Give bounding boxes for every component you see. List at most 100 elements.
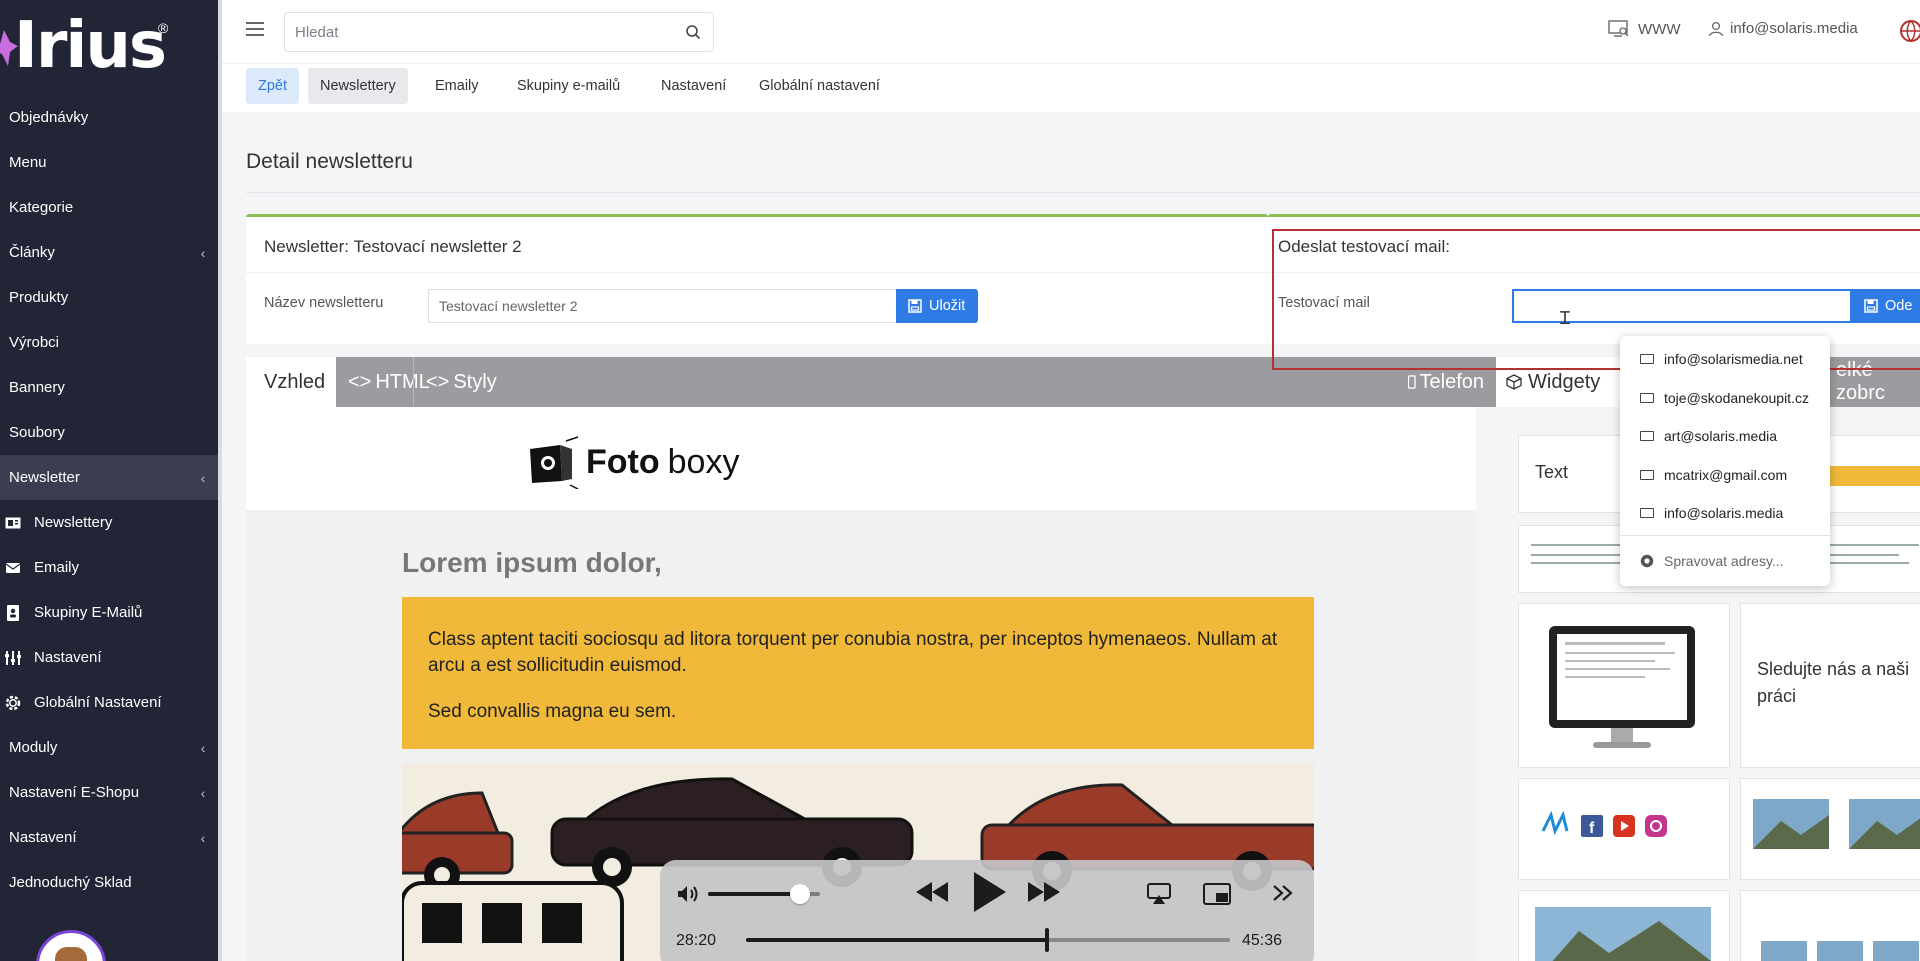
suggestion-item[interactable]: info@solarismedia.net bbox=[1620, 340, 1830, 378]
chevron-left-icon: ‹ bbox=[200, 829, 206, 846]
suggestion-item[interactable]: art@solaris.media bbox=[1620, 417, 1830, 455]
sidebar-item-label: Výrobci bbox=[9, 334, 60, 351]
tab-skupiny-emailu[interactable]: Skupiny e-mailů bbox=[505, 68, 632, 104]
email-heading[interactable]: Lorem ipsum dolor, bbox=[402, 547, 662, 579]
sidebar-item-produkty[interactable]: Produkty bbox=[0, 275, 218, 320]
user-email: info@solaris.media bbox=[1730, 20, 1858, 37]
widget-social-icons[interactable]: f bbox=[1518, 778, 1730, 880]
volume-knob[interactable] bbox=[789, 884, 810, 904]
playback-progress[interactable] bbox=[746, 928, 1230, 952]
save-button[interactable]: Uložit bbox=[896, 289, 978, 323]
media-player-controls: 28:20 45:36 bbox=[660, 860, 1314, 961]
monitor-icon bbox=[1549, 626, 1695, 748]
sidebar-item-label: Nastavení E-Shopu bbox=[9, 784, 140, 801]
volume-icon[interactable] bbox=[676, 884, 702, 904]
www-link[interactable]: WWW bbox=[1608, 20, 1680, 38]
text-cursor-icon: Ɪ bbox=[1560, 308, 1571, 328]
fotoboxy-logo: Foto boxy bbox=[526, 435, 739, 489]
search-input[interactable] bbox=[295, 21, 675, 43]
sidebar-item-nastaveni[interactable]: Nastavení ‹ bbox=[0, 815, 218, 860]
sidebar-item-nastaveni-eshopu[interactable]: Nastavení E-Shopu ‹ bbox=[0, 770, 218, 815]
sidebar-item-moduly[interactable]: Moduly ‹ bbox=[0, 725, 218, 770]
instagram-icon bbox=[1645, 815, 1667, 837]
sidebar-item-clanky[interactable]: Články ‹ bbox=[0, 230, 218, 275]
sidebar-subitem-globalni[interactable]: Globální Nastavení bbox=[0, 680, 218, 725]
sidebar-item-newsletter[interactable]: Newsletter ‹ bbox=[0, 455, 218, 500]
sidebar-item-soubory[interactable]: Soubory bbox=[0, 410, 218, 455]
suggestion-item[interactable]: info@solaris.media bbox=[1620, 494, 1830, 532]
sidebar-item-label: Kategorie bbox=[9, 199, 74, 216]
avatar-image bbox=[55, 947, 87, 961]
suggestion-text: art@solaris.media bbox=[1664, 428, 1778, 444]
email-text-block[interactable]: Class aptent taciti sociosqu ad litora t… bbox=[402, 597, 1314, 749]
tab-newslettery[interactable]: Newslettery bbox=[308, 68, 408, 104]
double-chevron-right-icon[interactable] bbox=[1272, 884, 1294, 902]
sidebar-item-bannery[interactable]: Bannery bbox=[0, 365, 218, 410]
newsletter-name-input[interactable] bbox=[428, 289, 896, 323]
tab-vzhled[interactable]: Vzhled bbox=[246, 357, 336, 407]
playback-scrubber[interactable] bbox=[1044, 928, 1049, 952]
monitor-search-icon bbox=[1608, 20, 1629, 37]
cube-icon bbox=[1506, 374, 1522, 390]
sidebar-item-jednoduchy-sklad[interactable]: Jednoduchý Sklad bbox=[0, 860, 218, 905]
youtube-icon bbox=[1613, 815, 1635, 837]
avatar[interactable] bbox=[36, 930, 106, 961]
sidebar-subitem-label: Globální Nastavení bbox=[34, 694, 162, 711]
social-icons-row: f bbox=[1541, 810, 1667, 837]
sidebar-item-kategorie[interactable]: Kategorie bbox=[0, 185, 218, 230]
contacts-icon bbox=[2, 604, 24, 621]
sidebar-subitem-nastaveni[interactable]: Nastavení bbox=[0, 635, 218, 680]
tab-html[interactable]: <> HTML bbox=[336, 357, 430, 407]
top-bar: WWW info@solaris.media bbox=[222, 0, 1920, 64]
email-autocomplete-dropdown: info@solarismedia.net toje@skodanekoupit… bbox=[1620, 336, 1830, 586]
volume-slider[interactable] bbox=[708, 884, 820, 904]
back-button[interactable]: Zpět bbox=[246, 68, 300, 104]
hamburger-menu-icon[interactable] bbox=[246, 22, 264, 36]
manage-addresses-label: Spravovat adresy... bbox=[1664, 553, 1784, 569]
page-title: Detail newsletteru bbox=[246, 150, 413, 173]
sidebar-subitem-emaily[interactable]: Emaily bbox=[0, 545, 218, 590]
sidebar-item-menu[interactable]: Menu bbox=[0, 140, 218, 185]
logo-text-bold: Foto bbox=[586, 442, 660, 481]
airplay-icon[interactable] bbox=[1146, 882, 1172, 906]
widget-follow[interactable]: Sledujte nás a naši práci bbox=[1740, 603, 1920, 768]
sidebar-item-label: Články bbox=[9, 244, 55, 261]
widget-monitor-image[interactable] bbox=[1518, 603, 1730, 768]
search-icon[interactable] bbox=[685, 24, 701, 40]
sidebar-item-label: Newsletter bbox=[9, 469, 80, 486]
sidebar-subitem-newslettery[interactable]: Newslettery bbox=[0, 500, 218, 545]
sidebar-item-objednavky[interactable]: Objednávky bbox=[0, 95, 218, 140]
language-globe-icon[interactable] bbox=[1898, 18, 1920, 44]
sidebar-subitem-label: Newslettery bbox=[34, 514, 113, 531]
sidebar-subitem-skupiny[interactable]: Skupiny E-Mailů bbox=[0, 590, 218, 635]
suggestion-item[interactable]: mcatrix@gmail.com bbox=[1620, 456, 1830, 494]
manage-addresses-item[interactable]: Spravovat adresy... bbox=[1620, 542, 1830, 580]
picture-in-picture-icon[interactable] bbox=[1202, 882, 1232, 906]
play-icon[interactable] bbox=[970, 870, 1008, 914]
tab-nastaveni[interactable]: Nastavení bbox=[649, 68, 738, 104]
sidebar: Irius ® Objednávky Menu Kategorie Články… bbox=[0, 0, 222, 961]
save-button-label: Uložit bbox=[929, 298, 966, 314]
sidebar-item-label: Soubory bbox=[9, 424, 65, 441]
code-icon: <> bbox=[426, 370, 450, 393]
suggestion-item[interactable]: toje@skodanekoupit.cz bbox=[1620, 379, 1830, 417]
envelope-icon bbox=[1640, 431, 1654, 441]
sidebar-item-label: Menu bbox=[9, 154, 47, 171]
user-icon bbox=[1708, 21, 1724, 36]
tab-emaily[interactable]: Emaily bbox=[423, 68, 491, 104]
widget-gallery[interactable] bbox=[1740, 778, 1920, 880]
chevron-left-icon: ‹ bbox=[200, 739, 206, 756]
rewind-icon[interactable] bbox=[914, 880, 950, 904]
logo-text-light: boxy bbox=[667, 442, 740, 481]
app-logo[interactable]: Irius ® bbox=[0, 0, 218, 96]
fast-forward-icon[interactable] bbox=[1026, 880, 1062, 904]
secondary-nav: Zpět Newslettery Emaily Skupiny e-mailů … bbox=[222, 64, 1920, 112]
widget-landscape-image[interactable] bbox=[1518, 890, 1730, 961]
widget-follow-text: Sledujte nás a naši práci bbox=[1757, 659, 1910, 706]
widget-gallery-three[interactable] bbox=[1740, 890, 1920, 961]
tab-styly[interactable]: <> Styly bbox=[414, 357, 504, 407]
gallery-thumbnails bbox=[1753, 799, 1920, 849]
user-menu[interactable]: info@solaris.media bbox=[1708, 20, 1858, 37]
sidebar-item-vyrobci[interactable]: Výrobci bbox=[0, 320, 218, 365]
tab-globalni-nastaveni[interactable]: Globální nastavení bbox=[747, 68, 892, 104]
